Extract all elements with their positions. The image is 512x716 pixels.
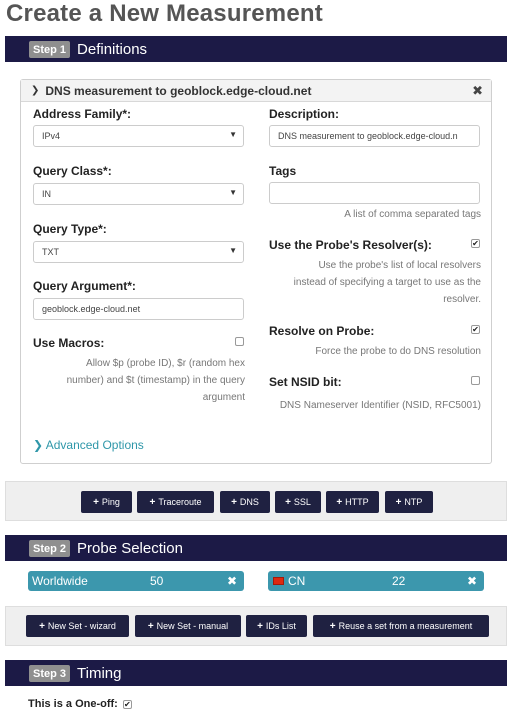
nsid-label: Set NSID bit: xyxy=(269,375,342,389)
plus-icon: + xyxy=(285,496,291,508)
panel-header[interactable]: ❯ DNS measurement to geoblock.edge-cloud… xyxy=(21,80,491,102)
one-off-row: This is a One-off: ✔ xyxy=(28,698,132,710)
query-class-select[interactable]: IN ▼ xyxy=(33,183,244,205)
query-class-label: Query Class*: xyxy=(33,164,112,178)
use-macros-help: Allow $p (probe ID), $r (random hex numb… xyxy=(66,358,245,403)
plus-icon: + xyxy=(257,620,263,632)
query-type-label: Query Type*: xyxy=(33,222,107,236)
add-dns-button[interactable]: + DNS xyxy=(220,491,270,513)
step-1-header: Step 1 Definitions xyxy=(5,36,507,62)
query-type-value: TXT xyxy=(42,247,59,257)
address-family-label: Address Family*: xyxy=(33,107,132,121)
nsid-help: DNS Nameserver Identifier (NSID, RFC5001… xyxy=(279,400,481,411)
step-title: Definitions xyxy=(77,40,148,58)
use-macros-checkbox[interactable] xyxy=(235,337,244,346)
measurement-type-toolbar: + Ping + Traceroute + DNS + SSL + HTTP + NTP xyxy=(5,481,507,521)
description-label: Description: xyxy=(269,107,340,121)
close-icon[interactable]: ✖ xyxy=(472,83,483,99)
step-3-header: Step 3 Timing xyxy=(5,660,507,686)
add-traceroute-button[interactable]: + Traceroute xyxy=(137,491,214,513)
ids-list-button[interactable]: + IDs List xyxy=(246,615,307,637)
step-badge: Step 1 xyxy=(29,40,71,58)
chevron-right-icon: ❯ xyxy=(33,438,44,452)
page-title: Create a New Measurement xyxy=(6,0,323,27)
add-http-button[interactable]: + HTTP xyxy=(326,491,379,513)
chevron-down-icon[interactable]: ❯ xyxy=(31,85,39,96)
query-argument-label: Query Argument*: xyxy=(33,279,136,293)
use-resolver-label: Use the Probe's Resolver(s): xyxy=(269,238,432,252)
step-badge: Step 2 xyxy=(29,539,71,557)
plus-icon: + xyxy=(395,496,402,508)
plus-icon: + xyxy=(149,496,156,508)
use-macros-label: Use Macros: xyxy=(33,336,105,350)
probe-set-toolbar: + New Set - wizard + New Set - manual + IDs… xyxy=(5,606,507,646)
dns-measurement-panel: ❯ DNS measurement to geoblock.edge-cloud… xyxy=(20,79,492,464)
advanced-options-label: Advanced Options xyxy=(45,438,144,452)
plus-icon: + xyxy=(329,620,336,632)
plus-icon: + xyxy=(231,496,237,508)
new-set-manual-button[interactable]: + New Set - manual xyxy=(135,615,241,637)
query-argument-input[interactable]: geoblock.edge-cloud.net xyxy=(33,298,244,320)
probe-set-count: 22 xyxy=(392,574,406,588)
advanced-options-link[interactable]: ❯ Advanced Options xyxy=(33,438,144,452)
add-ssl-button[interactable]: + SSL xyxy=(275,491,321,513)
query-type-select[interactable]: TXT ▼ xyxy=(33,241,244,263)
description-input[interactable]: DNS measurement to geoblock.edge-cloud.n xyxy=(269,125,480,147)
reuse-set-button[interactable]: + Reuse a set from a measurement xyxy=(313,615,489,637)
plus-icon: + xyxy=(336,496,343,508)
caret-down-icon: ▼ xyxy=(229,130,237,139)
address-family-select[interactable]: IPv4 ▼ xyxy=(33,125,244,147)
panel-header-title: DNS measurement to geoblock.edge-cloud.n… xyxy=(45,83,312,98)
query-class-value: IN xyxy=(42,189,51,199)
tags-help: A list of comma separated tags xyxy=(344,209,481,220)
one-off-checkbox[interactable]: ✔ xyxy=(122,700,132,709)
plus-icon: + xyxy=(93,496,99,508)
step-badge: Step 3 xyxy=(29,664,71,682)
plus-icon: + xyxy=(147,620,154,632)
use-resolver-checkbox[interactable]: ✔ xyxy=(471,239,480,248)
use-resolver-help: Use the probe's list of local resolvers … xyxy=(293,260,481,305)
add-ntp-button[interactable]: + NTP xyxy=(385,491,433,513)
caret-down-icon: ▼ xyxy=(229,246,237,255)
cn-flag-icon xyxy=(273,577,284,585)
step-title: Timing xyxy=(77,664,122,682)
address-family-value: IPv4 xyxy=(42,131,61,141)
remove-icon[interactable]: ✖ xyxy=(467,574,477,588)
plus-icon: + xyxy=(39,620,45,632)
step-2-header: Step 2 Probe Selection xyxy=(5,535,507,561)
add-ping-button[interactable]: + Ping xyxy=(81,491,132,513)
probe-set-count: 50 xyxy=(150,574,164,588)
probe-set-worldwide[interactable]: Worldwide 50 ✖ xyxy=(28,571,244,591)
tags-input[interactable] xyxy=(269,182,480,204)
tags-label: Tags xyxy=(269,164,297,178)
caret-down-icon: ▼ xyxy=(229,188,237,197)
probe-set-cn[interactable]: CN 22 ✖ xyxy=(268,571,484,591)
probe-set-name: CN xyxy=(288,574,306,588)
nsid-checkbox[interactable] xyxy=(471,376,480,385)
remove-icon[interactable]: ✖ xyxy=(227,574,237,588)
new-set-wizard-button[interactable]: + New Set - wizard xyxy=(26,615,129,637)
probe-set-name: Worldwide xyxy=(32,574,88,588)
resolve-on-probe-label: Resolve on Probe: xyxy=(269,324,375,338)
resolve-on-probe-help: Force the probe to do DNS resolution xyxy=(315,346,481,357)
step-title: Probe Selection xyxy=(77,539,183,557)
one-off-label: This is a One-off: xyxy=(28,698,118,710)
resolve-on-probe-checkbox[interactable]: ✔ xyxy=(471,325,480,334)
